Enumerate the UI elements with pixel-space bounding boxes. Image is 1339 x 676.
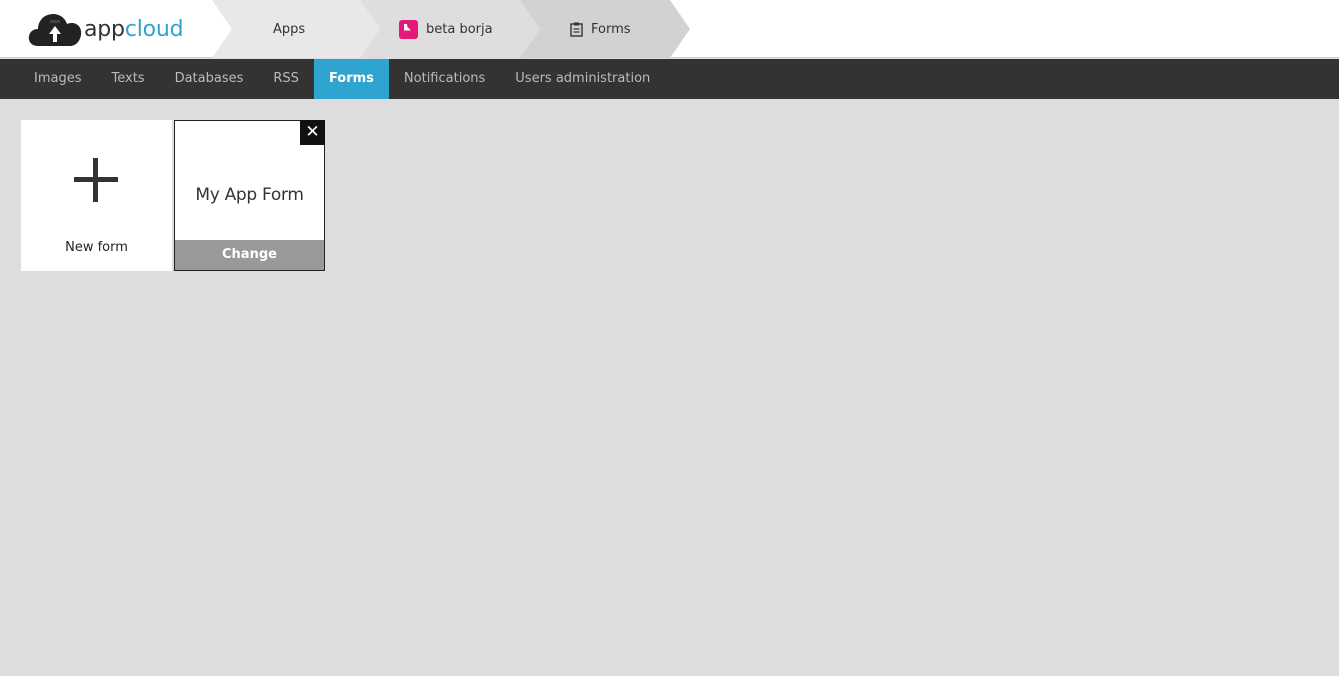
clipboard-icon <box>570 22 583 37</box>
breadcrumb-label: beta borja <box>426 21 493 37</box>
breadcrumb-label: Apps <box>273 21 306 37</box>
nav-item-rss[interactable]: RSS <box>258 59 314 99</box>
nav-item-notifications[interactable]: Notifications <box>389 59 500 99</box>
logo-text-app: app <box>84 16 125 42</box>
close-icon[interactable]: ✕ <box>300 120 325 145</box>
nav-item-forms[interactable]: Forms <box>313 59 389 99</box>
form-card[interactable]: My App Form Change ✕ <box>174 120 325 271</box>
plus-icon <box>74 158 118 202</box>
nav-item-databases[interactable]: Databases <box>160 59 259 99</box>
new-form-label: New form <box>65 240 128 255</box>
breadcrumb-app[interactable]: beta borja <box>360 0 540 58</box>
top-header: appcloud Apps beta borja Forms <box>0 0 1339 58</box>
logo-text-cloud: cloud <box>124 16 184 42</box>
nav-item-images[interactable]: Images <box>0 59 97 99</box>
app-badge-icon <box>399 19 418 39</box>
new-form-card[interactable]: New form <box>21 120 172 271</box>
breadcrumb-apps[interactable]: Apps <box>212 0 380 58</box>
breadcrumb-forms[interactable]: Forms <box>520 0 690 58</box>
cloud-upload-icon <box>28 14 82 46</box>
appcloud-logo[interactable]: appcloud <box>28 10 184 48</box>
nav-item-users-administration[interactable]: Users administration <box>500 59 665 99</box>
main-nav: Images Texts Databases RSS Forms Notific… <box>0 59 1339 99</box>
change-button[interactable]: Change <box>175 240 324 270</box>
breadcrumb-label: Forms <box>591 21 631 37</box>
logo-text: appcloud <box>84 16 184 42</box>
nav-item-texts[interactable]: Texts <box>97 59 160 99</box>
form-title: My App Form <box>195 185 304 205</box>
